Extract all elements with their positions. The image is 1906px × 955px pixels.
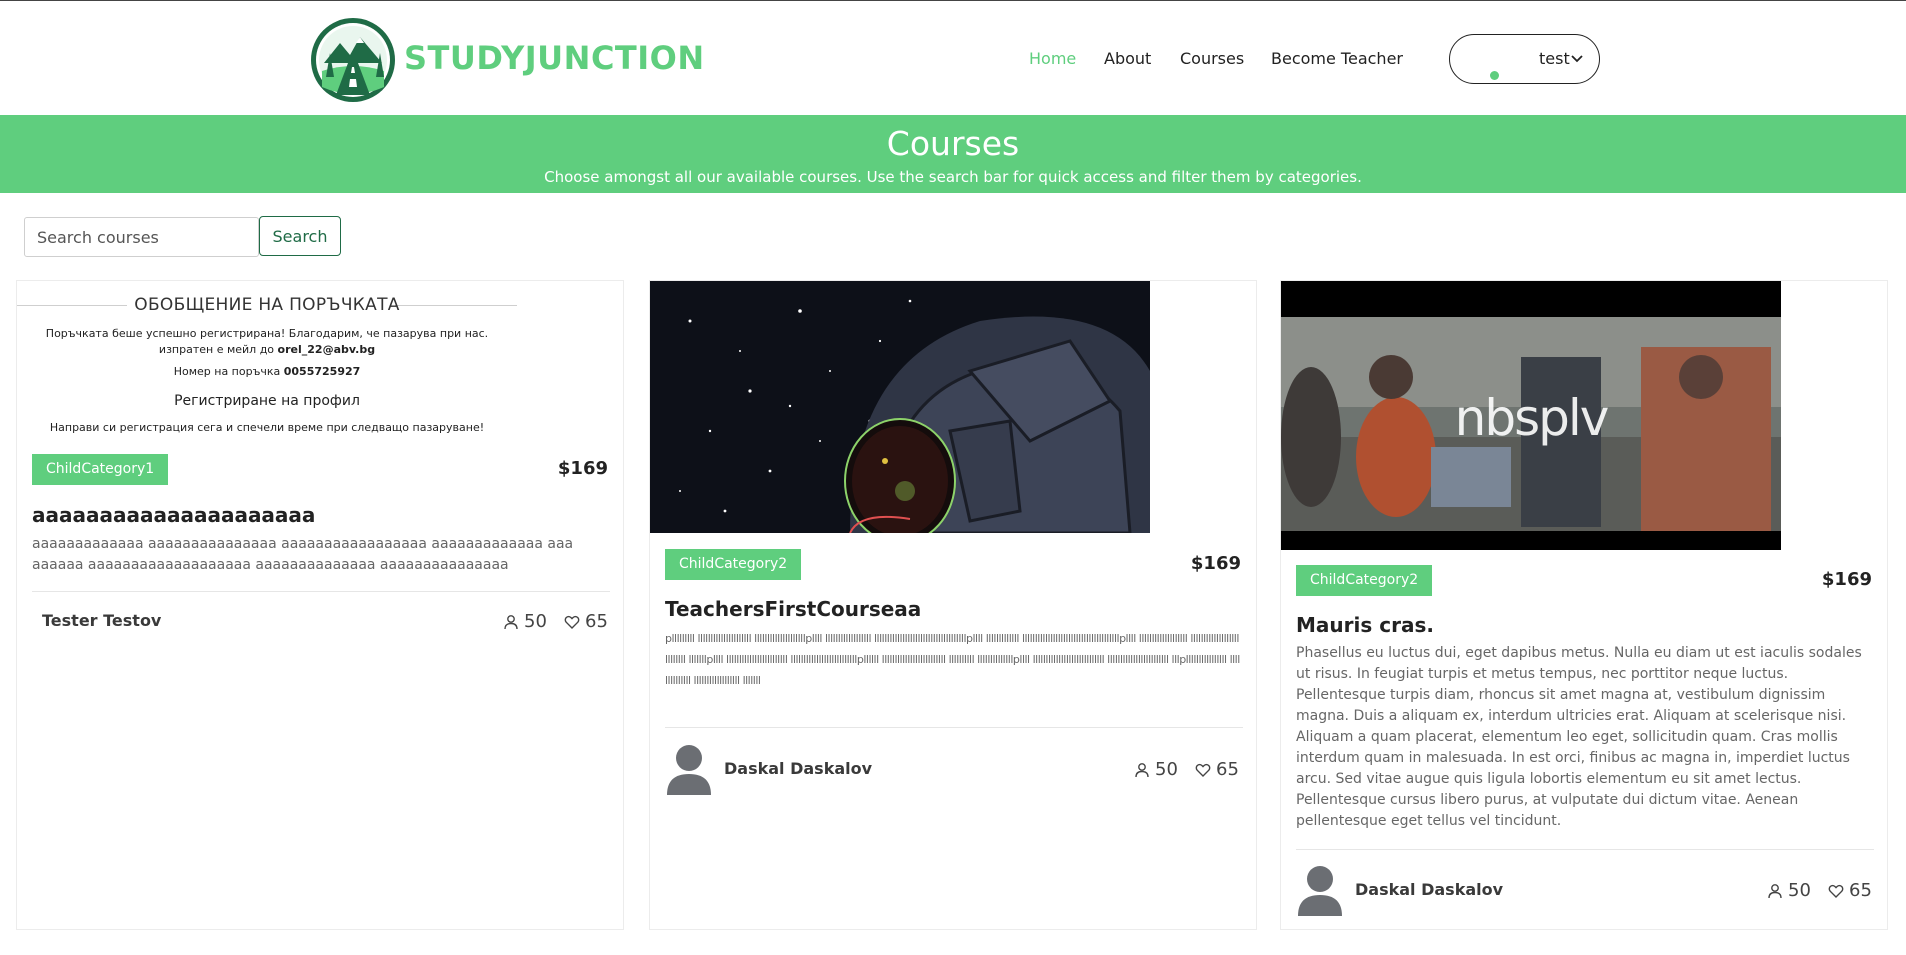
order-email-line: изпратен е мейл до orel_22@abv.bg: [17, 343, 517, 356]
students-count: 50: [503, 611, 547, 632]
likes-count: 65: [1195, 759, 1239, 780]
user-menu-button[interactable]: test: [1449, 34, 1600, 84]
likes-value: 65: [585, 611, 608, 632]
site-header: STUDYJUNCTION Home About Courses Become …: [0, 1, 1906, 115]
course-author[interactable]: Daskal Daskalov: [724, 759, 872, 778]
likes-value: 65: [1216, 759, 1239, 780]
astronaut-illustration-icon[interactable]: [650, 281, 1150, 533]
course-price: $169: [557, 458, 608, 479]
students-count: 50: [1767, 880, 1811, 901]
video-overlay-text: nbsplv: [1454, 389, 1610, 447]
likes-value: 65: [1849, 880, 1872, 901]
nav-courses[interactable]: Courses: [1180, 49, 1244, 68]
order-summary-heading: ОБОБЩЕНИЕ НА ПОРЪЧКАТА: [134, 295, 400, 315]
register-text: Направи си регистрация сега и спечели вр…: [49, 421, 485, 434]
course-description: aaaaaaaaaaaaa aaaaaaaaaaaaaaa aaaaaaaaaa…: [32, 536, 574, 573]
search-button[interactable]: Search: [259, 216, 341, 256]
card-divider: [1296, 849, 1874, 850]
course-price: $169: [1190, 553, 1241, 574]
course-description: plllllllll lllllllllllllllllllll lllllll…: [665, 632, 1240, 687]
online-status-icon: [1490, 71, 1499, 80]
course-author[interactable]: Daskal Daskalov: [1355, 880, 1503, 899]
order-number: 0055725927: [283, 365, 361, 378]
card-divider: [665, 727, 1243, 728]
nav-about[interactable]: About: [1104, 49, 1151, 68]
course-thumbnail[interactable]: ОБОБЩЕНИЕ НА ПОРЪЧКАТА Поръчката беше ус…: [17, 281, 517, 441]
search-input[interactable]: [24, 217, 259, 257]
course-card[interactable]: ChildCategory2 $169 TeachersFirstCoursea…: [649, 280, 1257, 930]
students-value: 50: [524, 611, 547, 632]
category-badge[interactable]: ChildCategory1: [32, 454, 169, 485]
order-success-text: Поръчката беше успешно регистрирана! Бла…: [45, 327, 489, 340]
course-description: Phasellus eu luctus dui, eget dapibus me…: [1296, 645, 1862, 829]
students-value: 50: [1788, 880, 1811, 901]
courses-banner: Courses Choose amongst all our available…: [0, 115, 1906, 193]
course-title[interactable]: aaaaaaaaaaaaaaaaaaaaa: [32, 503, 315, 527]
register-heading: Регистриране на профил: [174, 393, 360, 409]
nav-home[interactable]: Home: [1029, 49, 1076, 68]
course-price: $169: [1821, 569, 1872, 590]
course-title[interactable]: Mauris cras.: [1296, 613, 1434, 637]
order-number-line: Номер на поръчка 0055725927: [17, 365, 517, 378]
user-icon: [1135, 762, 1149, 777]
email-label: изпратен е мейл до: [158, 343, 278, 356]
card-divider: [32, 591, 610, 592]
category-badge[interactable]: ChildCategory2: [1296, 565, 1433, 596]
nav-become-teacher[interactable]: Become Teacher: [1271, 49, 1403, 68]
page-subtitle: Choose amongst all our available courses…: [544, 168, 1362, 186]
heart-icon: [1195, 763, 1211, 777]
order-number-label: Номер на поръчка: [173, 365, 284, 378]
user-icon: [504, 614, 518, 629]
avatar-icon[interactable]: [1296, 864, 1344, 916]
user-icon: [1768, 883, 1782, 898]
heart-icon: [564, 615, 580, 629]
likes-count: 65: [564, 611, 608, 632]
chevron-down-icon: [1571, 55, 1583, 63]
likes-count: 65: [1828, 880, 1872, 901]
avatar-icon[interactable]: [665, 743, 713, 795]
course-author[interactable]: Tester Testov: [42, 611, 161, 630]
course-card[interactable]: nbsplv ChildCategory2 $169 Mauris cras. …: [1280, 280, 1888, 930]
students-count: 50: [1134, 759, 1178, 780]
category-badge[interactable]: ChildCategory2: [665, 549, 802, 580]
user-name: test: [1539, 49, 1570, 68]
course-title[interactable]: TeachersFirstCourseaa: [665, 597, 921, 621]
heart-icon: [1828, 884, 1844, 898]
brand-name[interactable]: STUDYJUNCTION: [404, 39, 705, 77]
order-email: orel_22@abv.bg: [277, 343, 376, 356]
course-card[interactable]: ОБОБЩЕНИЕ НА ПОРЪЧКАТА Поръчката беше ус…: [16, 280, 624, 930]
course-thumbnail[interactable]: nbsplv: [1281, 281, 1781, 550]
studyjunction-logo[interactable]: [310, 17, 396, 103]
students-value: 50: [1155, 759, 1178, 780]
page-title: Courses: [886, 124, 1020, 163]
